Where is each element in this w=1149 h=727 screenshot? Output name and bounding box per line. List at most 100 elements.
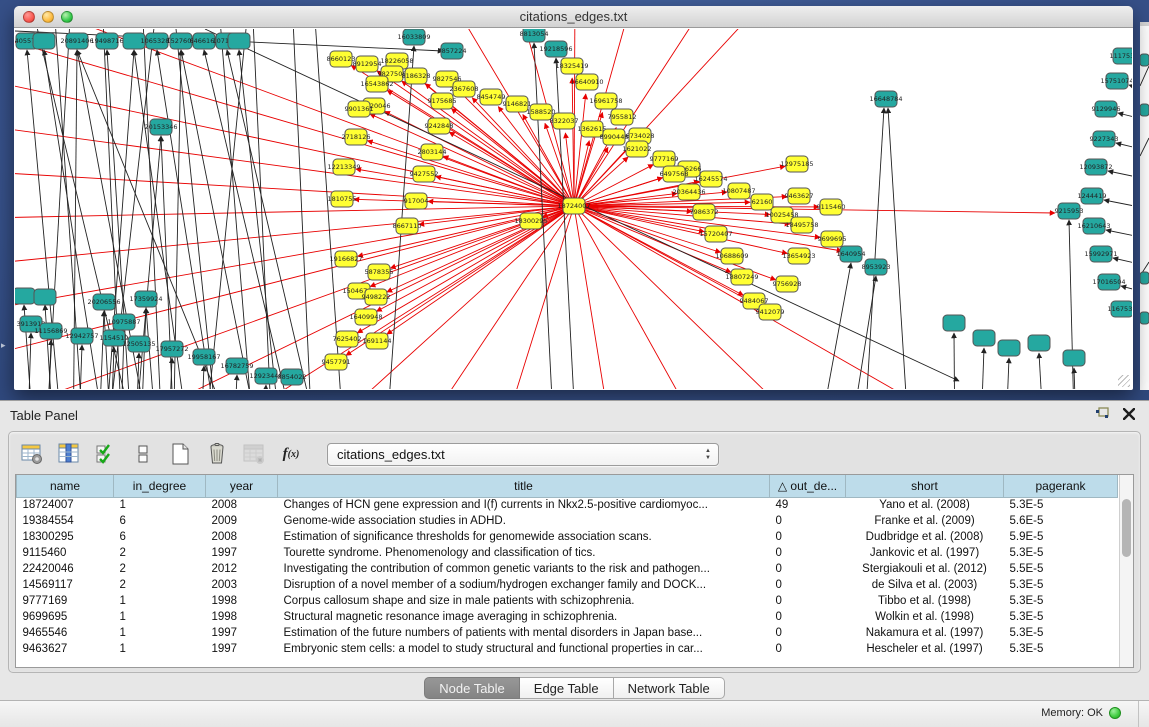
graph-node[interactable] — [973, 330, 995, 346]
graph-edge[interactable] — [1106, 230, 1132, 244]
table-cell[interactable]: 5.9E-5 — [1004, 529, 1118, 545]
table-cell[interactable]: 2003 — [206, 577, 278, 593]
graph-edge[interactable] — [1039, 353, 1045, 389]
table-cell[interactable]: Tibbo et al. (1998) — [846, 593, 1004, 609]
table-cell[interactable]: 2 — [114, 577, 206, 593]
table-cell[interactable]: 0 — [770, 625, 846, 641]
graph-edge[interactable] — [233, 375, 237, 389]
table-cell[interactable]: 2008 — [206, 497, 278, 513]
memory-ok-icon[interactable] — [1109, 707, 1121, 719]
table-cell[interactable]: 1997 — [206, 625, 278, 641]
graph-edge[interactable] — [204, 50, 303, 389]
table-cell[interactable]: 49 — [770, 497, 846, 513]
table-cell[interactable]: 2 — [114, 561, 206, 577]
unselect-rows-icon[interactable] — [130, 441, 156, 467]
table-cell[interactable]: 14569117 — [17, 577, 114, 593]
float-panel-icon[interactable] — [1095, 407, 1109, 420]
table-cell[interactable]: 19384554 — [17, 513, 114, 529]
table-cell[interactable]: 1 — [114, 497, 206, 513]
graph-edge[interactable] — [1116, 143, 1132, 157]
table-cell[interactable]: Genome-wide association studies in ADHD. — [278, 513, 770, 529]
delete-column-icon[interactable] — [204, 441, 230, 467]
new-column-icon[interactable] — [167, 441, 193, 467]
column-header-2[interactable]: year — [206, 475, 278, 497]
table-row[interactable]: 1456911722003Disruption of a novel membe… — [17, 577, 1118, 593]
table-cell[interactable]: 0 — [770, 641, 846, 657]
graph-edge[interactable] — [181, 50, 263, 389]
table-cell[interactable]: 6 — [114, 513, 206, 529]
column-header-1[interactable]: in_degree — [114, 475, 206, 497]
table-cell[interactable]: de Silva et al. (2003) — [846, 577, 1004, 593]
table-cell[interactable]: 0 — [770, 561, 846, 577]
table-cell[interactable]: 1 — [114, 593, 206, 609]
graph-edge[interactable] — [1129, 85, 1132, 99]
select-column-icon[interactable] — [56, 441, 82, 467]
graph-node[interactable] — [943, 315, 965, 331]
table-cell[interactable]: 5.3E-5 — [1004, 641, 1118, 657]
table-cell[interactable]: Wolkin et al. (1998) — [846, 609, 1004, 625]
table-cell[interactable]: 2012 — [206, 561, 278, 577]
graph-node[interactable] — [1063, 350, 1085, 366]
graph-edge[interactable] — [847, 276, 876, 389]
table-cell[interactable]: 2 — [114, 545, 206, 561]
table-cell[interactable]: 9465546 — [17, 625, 114, 641]
table-cell[interactable]: 1998 — [206, 593, 278, 609]
table-cell[interactable]: 0 — [770, 593, 846, 609]
table-cell[interactable]: 9115460 — [17, 545, 114, 561]
function-builder-icon[interactable]: f(x) — [278, 441, 304, 467]
table-cell[interactable]: 0 — [770, 545, 846, 561]
graph-edge[interactable] — [574, 206, 615, 389]
table-cell[interactable]: 0 — [770, 529, 846, 545]
table-cell[interactable]: 18724007 — [17, 497, 114, 513]
tab-node-table[interactable]: Node Table — [424, 677, 520, 699]
table-cell[interactable]: 5.6E-5 — [1004, 513, 1118, 529]
table-settings-icon[interactable] — [19, 441, 45, 467]
table-row[interactable]: 977716911998Corpus callosum shape and si… — [17, 593, 1118, 609]
table-cell[interactable]: Nakamura et al. (1997) — [846, 625, 1004, 641]
select-all-rows-icon[interactable] — [93, 441, 119, 467]
table-selector-dropdown[interactable]: citations_edges.txt ▲▼ — [327, 443, 719, 466]
table-cell[interactable]: 1 — [114, 625, 206, 641]
table-cell[interactable]: Hescheler et al. (1997) — [846, 641, 1004, 657]
graph-node[interactable] — [34, 289, 56, 305]
table-cell[interactable]: 0 — [770, 577, 846, 593]
table-cell[interactable]: 1998 — [206, 609, 278, 625]
table-cell[interactable]: 5.5E-5 — [1004, 561, 1118, 577]
table-cell[interactable]: Estimation of the future numbers of pati… — [278, 625, 770, 641]
table-cell[interactable]: 2009 — [206, 513, 278, 529]
table-cell[interactable]: Franke et al. (2009) — [846, 513, 1004, 529]
table-row[interactable]: 2242004622012Investigating the contribut… — [17, 561, 1118, 577]
graph-edge[interactable] — [1118, 113, 1132, 127]
graph-edge[interactable] — [574, 206, 715, 389]
table-cell[interactable]: 1 — [114, 609, 206, 625]
graph-edge[interactable] — [443, 156, 574, 206]
table-row[interactable]: 1938455462009Genome-wide association stu… — [17, 513, 1118, 529]
graph-node[interactable] — [1028, 335, 1050, 351]
table-cell[interactable]: Investigating the contribution of common… — [278, 561, 770, 577]
table-row[interactable]: 946362711997Embryonic stem cells: a mode… — [17, 641, 1118, 657]
column-header-5[interactable]: short — [846, 475, 1004, 497]
graph-node[interactable] — [33, 33, 55, 49]
graph-edge[interactable] — [1104, 200, 1132, 214]
table-row[interactable]: 1872400712008Changes of HCN gene express… — [17, 497, 1118, 513]
graph-edge[interactable] — [1108, 171, 1132, 185]
graph-edge[interactable] — [863, 108, 884, 389]
graph-edge[interactable] — [574, 206, 787, 253]
table-cell[interactable]: 5.3E-5 — [1004, 545, 1118, 561]
table-cell[interactable]: Disruption of a novel member of a sodium… — [278, 577, 770, 593]
graph-edge[interactable] — [15, 206, 574, 219]
table-cell[interactable]: 9777169 — [17, 593, 114, 609]
table-cell[interactable]: Stergiakouli et al. (2012) — [846, 561, 1004, 577]
graph-edge[interactable] — [227, 50, 323, 389]
window-resize-grip[interactable] — [1118, 375, 1130, 387]
table-cell[interactable]: Corpus callosum shape and size in male p… — [278, 593, 770, 609]
table-cell[interactable]: Structural magnetic resonance image aver… — [278, 609, 770, 625]
table-cell[interactable]: 9463627 — [17, 641, 114, 657]
graph-edge[interactable] — [574, 206, 704, 232]
graph-node[interactable] — [15, 288, 35, 304]
table-cell[interactable]: 5.3E-5 — [1004, 577, 1118, 593]
graph-edge[interactable] — [556, 58, 577, 389]
table-cell[interactable]: 22420046 — [17, 561, 114, 577]
table-cell[interactable]: 5.3E-5 — [1004, 593, 1118, 609]
node-table[interactable]: namein_degreeyeartitle△ out_de...shortpa… — [15, 474, 1134, 668]
